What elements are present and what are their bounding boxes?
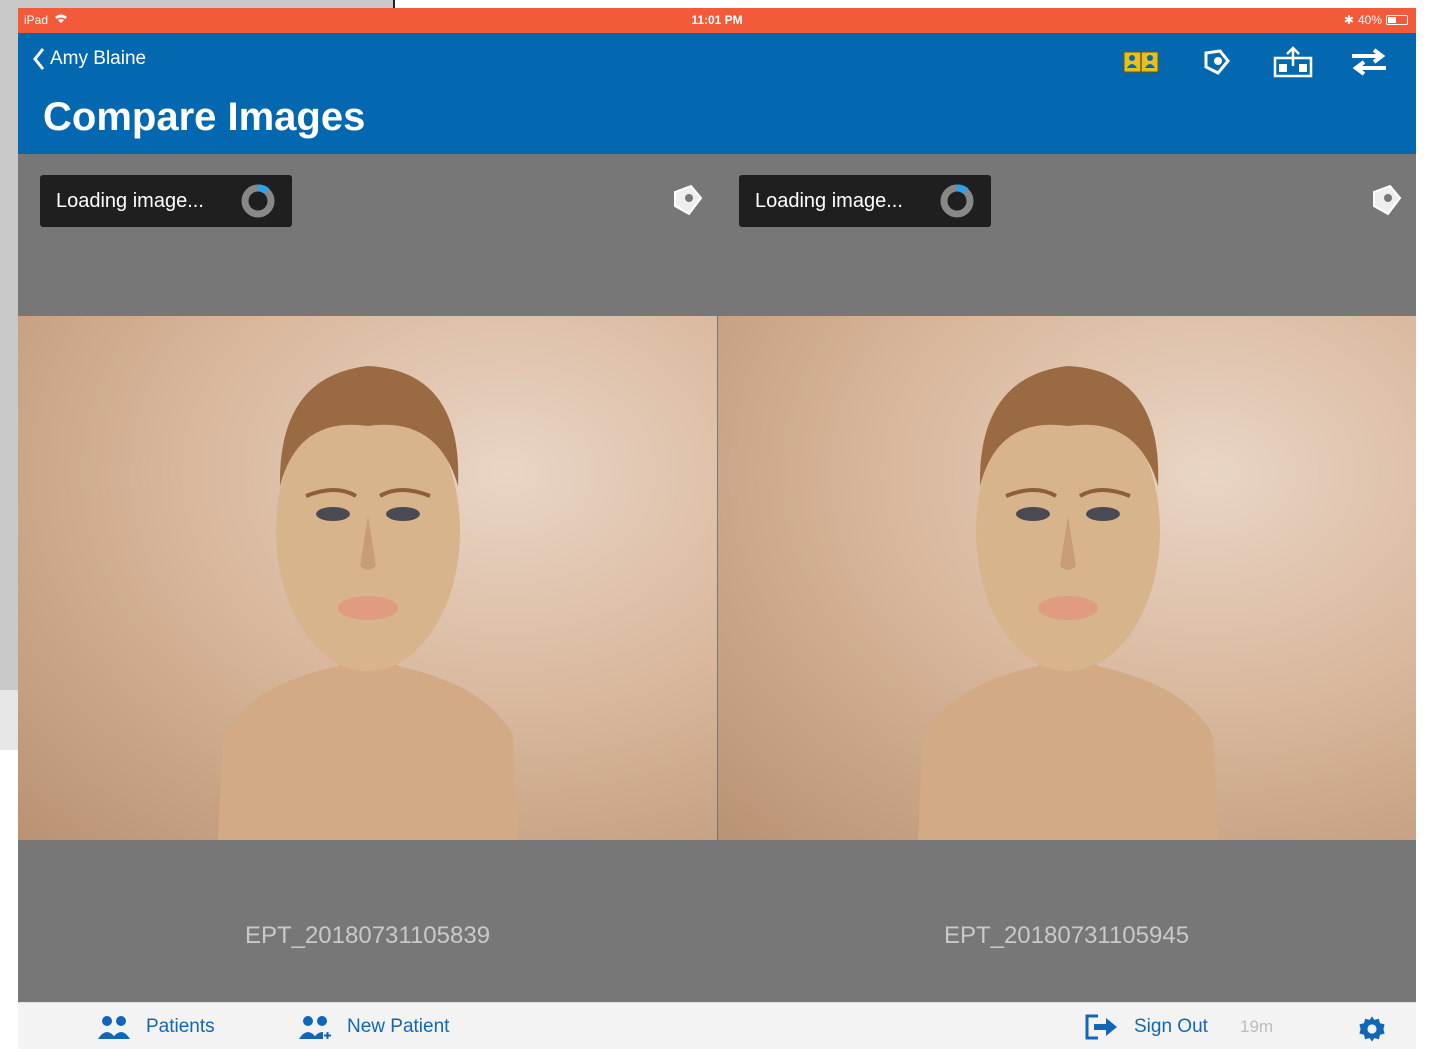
loading-indicator: Loading image... bbox=[40, 175, 292, 227]
back-label: Amy Blaine bbox=[50, 48, 147, 69]
app-window: iPad 11:01 PM ✱ 40% Amy Blaine Compare I… bbox=[18, 8, 1416, 1049]
loading-text: Loading image... bbox=[755, 189, 903, 212]
sign-out-label: Sign Out bbox=[1134, 1016, 1208, 1037]
settings-button[interactable] bbox=[1356, 1013, 1388, 1045]
chevron-left-icon bbox=[33, 48, 45, 70]
background-strip bbox=[0, 690, 18, 750]
diagnose-overlay-button[interactable] bbox=[667, 180, 709, 222]
new-patient-button[interactable]: New Patient bbox=[297, 1013, 449, 1041]
gear-icon bbox=[1359, 1016, 1385, 1042]
new-patient-icon bbox=[299, 1016, 332, 1040]
loading-text: Loading image... bbox=[56, 189, 204, 212]
share-upload-icon bbox=[1273, 46, 1313, 78]
image-pane-right: Loading image... EPT_20180731105945 bbox=[717, 154, 1416, 1002]
battery-icon bbox=[1386, 15, 1408, 25]
swap-icon bbox=[1352, 48, 1386, 76]
background-edge bbox=[393, 0, 1430, 8]
swap-button[interactable] bbox=[1348, 45, 1390, 79]
patients-button[interactable]: Patients bbox=[96, 1013, 215, 1041]
image-filename: EPT_20180731105839 bbox=[244, 922, 491, 949]
new-patient-label: New Patient bbox=[347, 1016, 450, 1037]
spinner-icon bbox=[940, 184, 974, 218]
share-upload-button[interactable] bbox=[1272, 45, 1314, 79]
comparison-photo[interactable] bbox=[718, 316, 1416, 840]
mannequin-figure bbox=[218, 366, 518, 840]
nav-toolbar bbox=[1120, 45, 1390, 79]
side-by-side-icon bbox=[1123, 51, 1159, 73]
diagnose-button[interactable] bbox=[1196, 45, 1238, 79]
diagnose-icon bbox=[674, 184, 703, 216]
diagnose-icon bbox=[1204, 49, 1230, 75]
status-bar: iPad 11:01 PM ✱ 40% bbox=[18, 8, 1416, 33]
comparison-photo[interactable] bbox=[18, 316, 717, 840]
image-filename: EPT_20180731105945 bbox=[943, 922, 1190, 949]
loading-indicator: Loading image... bbox=[739, 175, 991, 227]
side-by-side-button[interactable] bbox=[1120, 45, 1162, 79]
sign-out-button[interactable]: Sign Out bbox=[1084, 1013, 1208, 1041]
bottom-toolbar: Patients New Patient Sign Out 19m bbox=[18, 1002, 1416, 1049]
spinner-icon bbox=[241, 184, 275, 218]
session-timer: 19m bbox=[1240, 1017, 1274, 1036]
patients-icon bbox=[98, 1016, 130, 1039]
diagnose-overlay-button[interactable] bbox=[1366, 180, 1408, 222]
page-title: Compare Images bbox=[43, 95, 366, 139]
status-time: 11:01 PM bbox=[691, 13, 743, 27]
sign-out-icon bbox=[1085, 1014, 1117, 1040]
bluetooth-icon: ✱ bbox=[1343, 13, 1354, 27]
image-pane-left: Loading image... EPT_20180731105839 bbox=[18, 154, 717, 1002]
navigation-bar: Amy Blaine Compare Images bbox=[18, 33, 1416, 154]
back-button[interactable]: Amy Blaine bbox=[32, 47, 146, 71]
patients-label: Patients bbox=[146, 1016, 215, 1037]
mannequin-figure bbox=[918, 366, 1218, 840]
battery-percent: 40% bbox=[1357, 13, 1382, 27]
diagnose-icon bbox=[1373, 184, 1402, 216]
